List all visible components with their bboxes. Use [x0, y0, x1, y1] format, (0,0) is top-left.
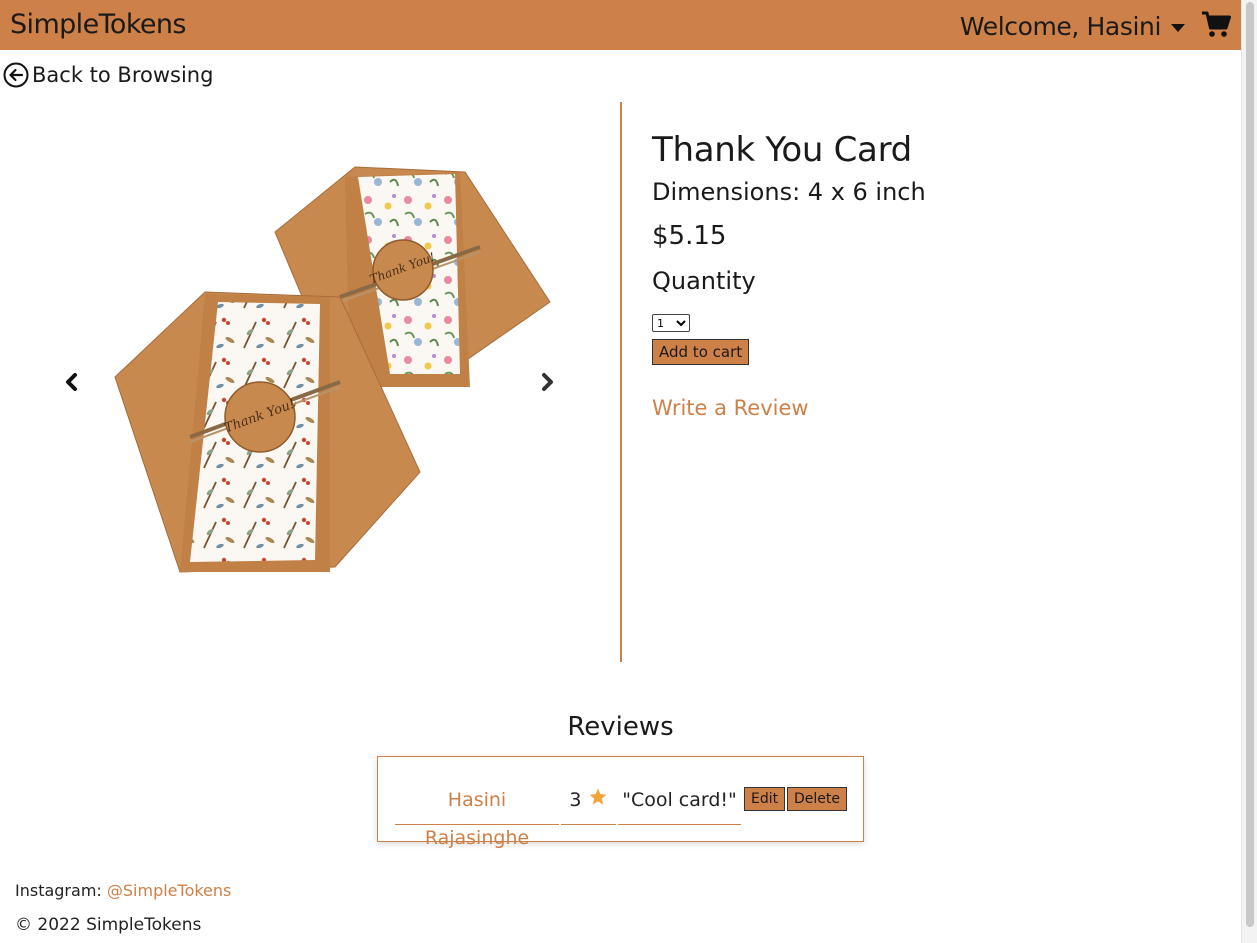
footer-copyright: © 2022 SimpleTokens [15, 915, 202, 935]
top-navbar: SimpleTokens Welcome, Hasini [0, 0, 1241, 50]
edit-review-button[interactable]: Edit [744, 787, 786, 811]
reviewer-name[interactable]: Hasini Rajasinghe [395, 781, 559, 849]
product-title: Thank You Card [652, 130, 912, 170]
brand-logo[interactable]: SimpleTokens [10, 9, 186, 40]
vertical-divider [620, 102, 622, 662]
welcome-text: Welcome, Hasini [959, 12, 1162, 41]
scrollbar-thumb[interactable] [1246, 2, 1254, 927]
instagram-link[interactable]: @SimpleTokens [107, 881, 232, 900]
product-price: $5.15 [652, 221, 727, 251]
reviews-heading: Reviews [567, 712, 674, 742]
carousel-prev-button[interactable] [60, 370, 84, 394]
review-card: Hasini Rajasinghe 3 "Cool card!" Edit De… [377, 756, 864, 849]
review-rating: 3 [561, 781, 616, 825]
quantity-label: Quantity [652, 267, 756, 295]
review-text: "Cool card!" [618, 781, 741, 825]
delete-review-button[interactable]: Delete [787, 787, 847, 811]
arrow-circle-left-icon [3, 62, 29, 88]
back-link-label: Back to Browsing [32, 63, 214, 87]
carousel-next-button[interactable] [535, 370, 559, 394]
write-review-link[interactable]: Write a Review [652, 396, 809, 420]
star-icon [589, 788, 606, 805]
user-menu[interactable]: Welcome, Hasini [960, 12, 1185, 41]
instagram-label: Instagram: [15, 881, 107, 900]
caret-down-icon [1171, 23, 1185, 32]
product-image: Thank You! Thank You! [114, 166, 551, 573]
product-dimensions: Dimensions: 4 x 6 inch [652, 178, 926, 206]
chevron-right-icon [542, 373, 553, 391]
quantity-select[interactable]: 1 [652, 314, 690, 332]
product-image-carousel: Thank You! Thank You! [40, 112, 590, 632]
chevron-left-icon [66, 373, 77, 391]
footer-instagram: Instagram: @SimpleTokens [15, 881, 231, 900]
page-scrollbar[interactable] [1241, 0, 1257, 943]
add-to-cart-button[interactable]: Add to cart [652, 339, 750, 365]
rating-value: 3 [569, 789, 582, 811]
shopping-cart-icon[interactable] [1201, 10, 1231, 42]
back-to-browsing-link[interactable]: Back to Browsing [3, 62, 213, 88]
